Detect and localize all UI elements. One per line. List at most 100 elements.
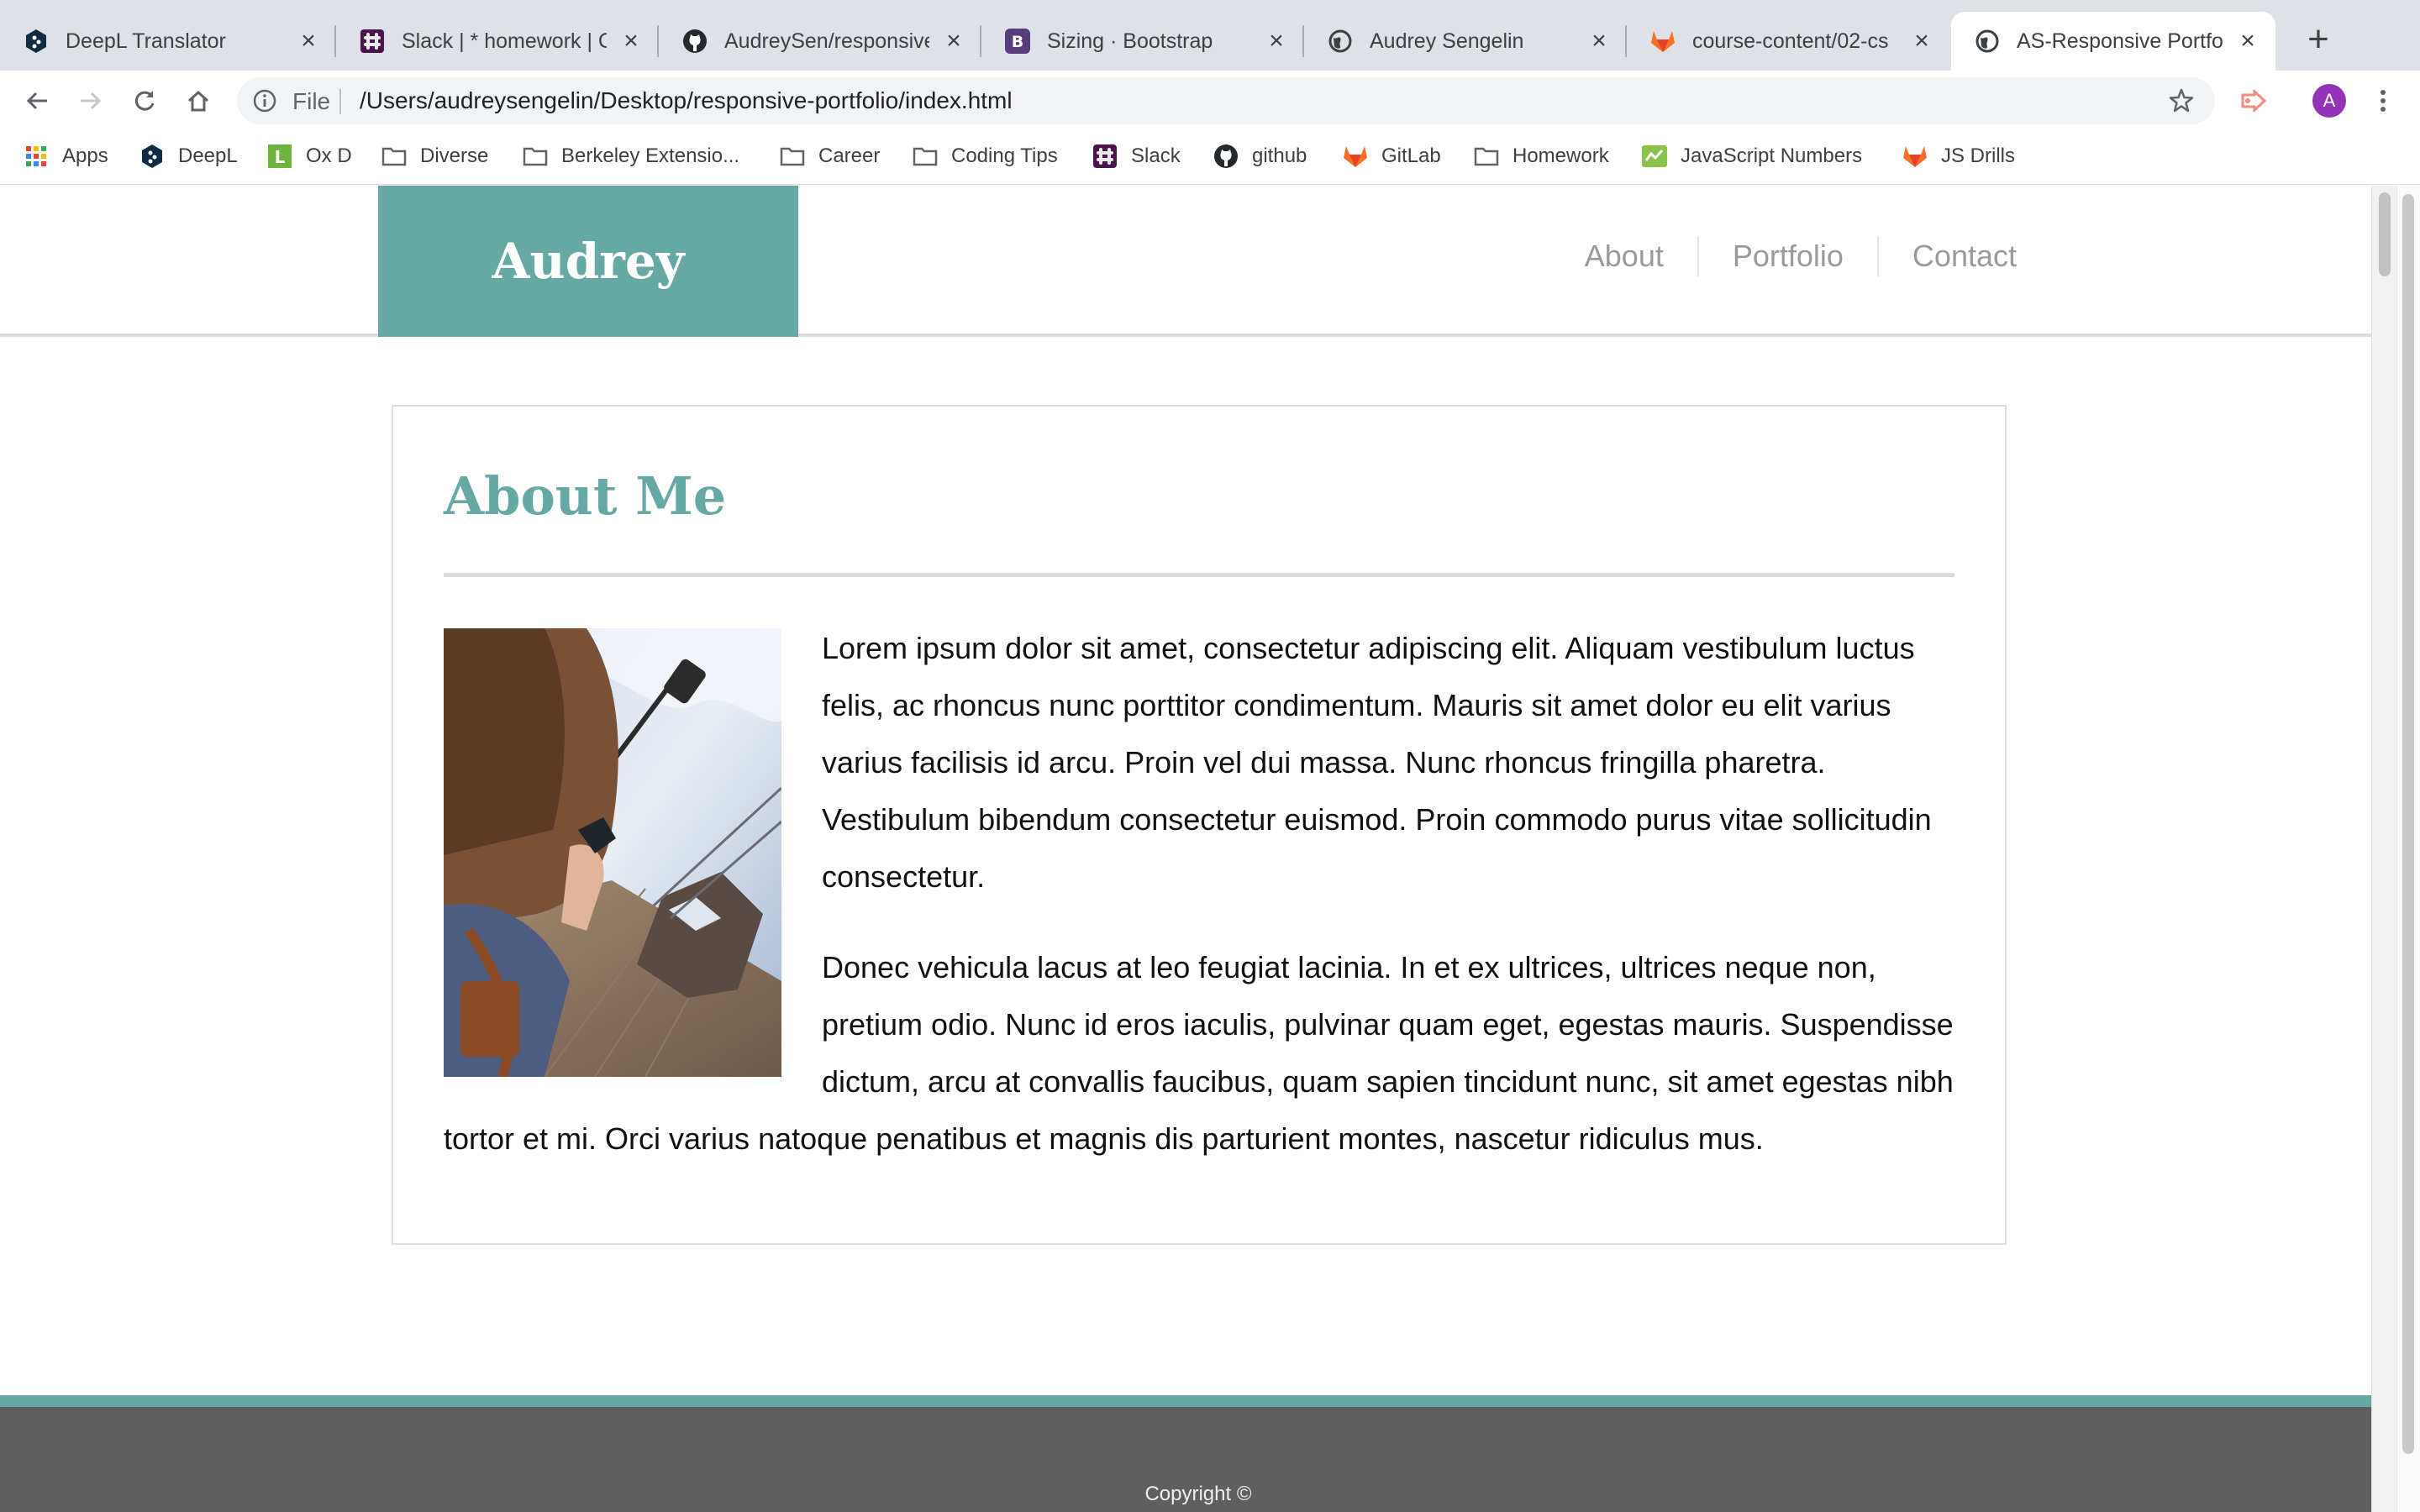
page-scrollbar[interactable] [2371, 186, 2396, 1512]
about-text: Lorem ipsum dolor sit amet, consectetur … [444, 620, 1954, 1201]
forward-icon[interactable] [71, 81, 111, 121]
globe-icon [1975, 29, 2000, 54]
bookmark-career[interactable]: Career [780, 139, 880, 173]
browser-toolbar: File /Users/audreysengelin/Desktop/respo… [0, 71, 2420, 131]
folder-icon [780, 144, 805, 169]
back-icon[interactable] [17, 81, 57, 121]
tab-responsive-portfolio[interactable]: AS-Responsive Portfol × [1951, 12, 2275, 71]
tab-close-icon[interactable]: × [618, 27, 644, 55]
bookmark-diverse[interactable]: Diverse [381, 139, 488, 173]
site-footer: Copyright © [0, 1395, 2396, 1512]
bookmark-label: Diverse [420, 144, 489, 167]
scheme-divider [339, 89, 341, 114]
bookmark-label: JavaScript Numbers [1681, 144, 1863, 167]
gitlab-icon [1902, 144, 1928, 169]
tab-close-icon[interactable]: × [1909, 27, 1934, 55]
tab-close-icon[interactable]: × [2235, 27, 2260, 55]
bookmark-label: Slack [1131, 144, 1181, 167]
profile-photo [444, 628, 783, 1079]
bookmark-label: Career [818, 144, 881, 167]
bootstrap-icon: B [1005, 29, 1030, 54]
tab-close-icon[interactable]: × [1264, 27, 1289, 55]
bookmark-javascript-numbers[interactable]: JavaScript Numbers [1642, 139, 1862, 173]
nav-link-contact[interactable]: Contact [1876, 236, 2017, 276]
browser-tab-strip: DeepL Translator × Slack | * homework | … [0, 0, 2420, 71]
apps-grid-icon [24, 144, 49, 169]
bookmark-label: DeepL [178, 144, 238, 167]
home-icon[interactable] [178, 81, 218, 121]
bookmark-js-drills[interactable]: JS Drills [1902, 139, 2015, 173]
folder-icon [381, 144, 407, 169]
section-title: About Me [444, 465, 727, 527]
bookmark-deepl[interactable]: DeepL [139, 139, 238, 173]
bookmark-apps[interactable]: Apps [24, 139, 108, 173]
tab-github[interactable]: AudreySen/responsive × [659, 12, 981, 71]
window-scrollbar[interactable] [2396, 186, 2420, 1512]
bookmarks-bar: Apps DeepL L Ox D Diverse Berkeley Exten… [0, 131, 2420, 185]
profile-avatar[interactable]: A [2312, 84, 2346, 118]
slack-icon [360, 29, 385, 54]
main-nav: About Portfolio Contact [1551, 236, 2017, 276]
tab-audrey-sengelin[interactable]: Audrey Sengelin × [1304, 12, 1627, 71]
tab-title: AudreySen/responsive [724, 29, 929, 53]
bookmark-github[interactable]: github [1213, 139, 1307, 173]
reload-icon[interactable] [124, 81, 165, 121]
bookmark-label: github [1252, 144, 1307, 167]
deepl-icon [139, 144, 165, 169]
page-scrollbar-thumb[interactable] [2379, 192, 2391, 276]
site-brand[interactable]: Audrey [378, 186, 798, 337]
nav-link-about[interactable]: About [1551, 236, 1697, 276]
tab-close-icon[interactable]: × [941, 27, 966, 55]
gitlab-icon [1343, 144, 1368, 169]
bookmark-coding-tips[interactable]: Coding Tips [913, 139, 1058, 173]
section-divider [444, 573, 1954, 577]
tab-close-icon[interactable]: × [1586, 27, 1612, 55]
page-viewport: Audrey About Portfolio Contact About Me [0, 186, 2420, 1512]
bookmark-label: Coding Tips [951, 144, 1058, 167]
tab-title: DeepL Translator [66, 29, 226, 53]
tab-title: Sizing · Bootstrap [1047, 29, 1213, 53]
bookmark-label: Berkeley Extensio... [561, 144, 740, 167]
github-icon [1213, 144, 1239, 169]
new-tab-icon[interactable]: + [2297, 18, 2339, 60]
copyright-text: Copyright © [1144, 1483, 1252, 1505]
about-section: About Me Lorem ipsum dolor sit amet, con… [392, 405, 2007, 1245]
tab-bootstrap[interactable]: B Sizing · Bootstrap × [981, 12, 1304, 71]
bookmark-star-icon[interactable] [2168, 87, 2195, 118]
tab-close-icon[interactable]: × [296, 27, 321, 55]
folder-icon [913, 144, 938, 169]
bookmark-homework[interactable]: Homework [1474, 139, 1609, 173]
extension-icon[interactable] [2233, 81, 2274, 121]
url-scheme-label: File [292, 88, 331, 114]
bookmark-label: Apps [62, 144, 108, 167]
tab-title: AS-Responsive Portfol [2017, 29, 2223, 53]
bookmark-slack[interactable]: Slack [1092, 139, 1181, 173]
nav-link-portfolio[interactable]: Portfolio [1697, 236, 1877, 276]
deepl-icon [24, 29, 49, 54]
bookmark-label: GitLab [1381, 144, 1441, 167]
tab-title: Slack | * homework | C [402, 29, 607, 53]
bookmark-label: JS Drills [1941, 144, 2015, 167]
svg-text:L: L [275, 147, 286, 167]
oxd-icon: L [267, 144, 292, 169]
bookmark-label: Homework [1512, 144, 1609, 167]
tab-title: course-content/02-cs [1692, 29, 1889, 53]
bookmark-oxd[interactable]: L Ox D [267, 139, 352, 173]
bookmark-berkeley-extension[interactable]: Berkeley Extensio... [523, 139, 739, 173]
menu-kebab-icon[interactable] [2363, 81, 2403, 121]
js-icon [1642, 144, 1667, 169]
slack-icon [1092, 144, 1118, 169]
svg-text:B: B [1012, 33, 1023, 51]
bookmark-label: Ox D [306, 144, 352, 167]
info-icon[interactable] [252, 88, 277, 118]
bookmark-gitlab[interactable]: GitLab [1343, 139, 1441, 173]
folder-icon [1474, 144, 1499, 169]
tab-deepl[interactable]: DeepL Translator × [0, 12, 336, 71]
address-bar[interactable]: File /Users/audreysengelin/Desktop/respo… [237, 77, 2215, 124]
url-text[interactable]: /Users/audreysengelin/Desktop/responsive… [360, 87, 1013, 114]
window-scrollbar-thumb[interactable] [2402, 194, 2414, 1454]
tab-gitlab-course-content[interactable]: course-content/02-cs × [1627, 12, 1949, 71]
tab-slack[interactable]: Slack | * homework | C × [336, 12, 659, 71]
globe-icon [1328, 29, 1353, 54]
site-header: Audrey About Portfolio Contact [0, 186, 2371, 337]
